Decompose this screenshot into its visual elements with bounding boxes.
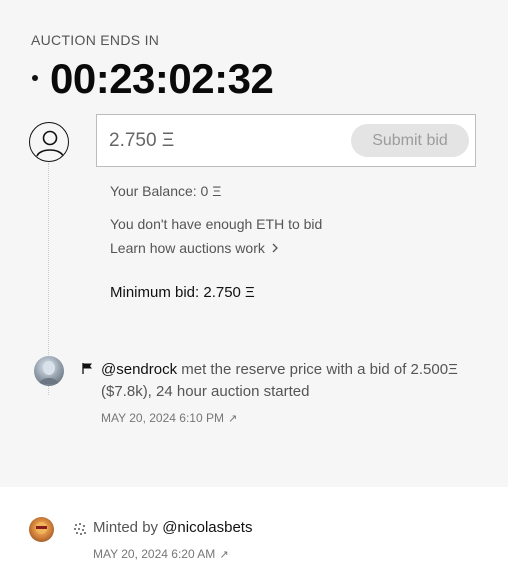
insufficient-funds-text: You don't have enough ETH to bid [110, 216, 323, 232]
chevron-right-icon [271, 240, 279, 256]
auction-countdown: 00:23:02:32 [50, 55, 274, 102]
sparkle-icon [73, 522, 87, 536]
person-icon [36, 130, 64, 157]
live-dot-icon [32, 75, 38, 81]
bid-form: Submit bid [96, 114, 476, 167]
external-link-icon: ↗ [227, 413, 238, 425]
avatar-image [35, 522, 48, 534]
bid-amount-input[interactable] [109, 129, 339, 153]
minted-prefix: Minted by [93, 519, 163, 536]
auction-ends-label: AUCTION ENDS IN [31, 32, 160, 48]
balance-text: Your Balance: 0 Ξ [110, 183, 222, 199]
flag-icon [81, 362, 94, 375]
minted-date-link[interactable]: MAY 20, 2024 6:20 AM ↗ [93, 547, 229, 561]
external-link-icon: ↗ [219, 549, 229, 561]
bidder-avatar[interactable] [34, 356, 64, 386]
event-date-link[interactable]: MAY 20, 2024 6:10 PM ↗ [101, 411, 237, 425]
minted-date-text: MAY 20, 2024 6:20 AM [93, 547, 216, 561]
learn-auctions-link[interactable]: Learn how auctions work [110, 240, 279, 256]
minimum-bid-text: Minimum bid: 2.750 Ξ [110, 284, 255, 301]
user-avatar-icon [29, 122, 69, 162]
minted-event: Minted by @nicolasbets [93, 519, 252, 536]
bidder-handle-link[interactable]: @sendrock [101, 361, 177, 378]
submit-bid-button[interactable]: Submit bid [351, 124, 469, 157]
event-date-text: MAY 20, 2024 6:10 PM [101, 411, 224, 425]
reserve-met-event: @sendrock met the reserve price with a b… [101, 359, 481, 403]
learn-auctions-label: Learn how auctions work [110, 240, 265, 256]
auction-panel: AUCTION ENDS IN 00:23:02:32 Submit bid Y… [0, 0, 508, 487]
avatar-image [39, 361, 59, 384]
minter-handle-link[interactable]: @nicolasbets [162, 519, 252, 536]
minter-avatar[interactable] [29, 517, 54, 542]
